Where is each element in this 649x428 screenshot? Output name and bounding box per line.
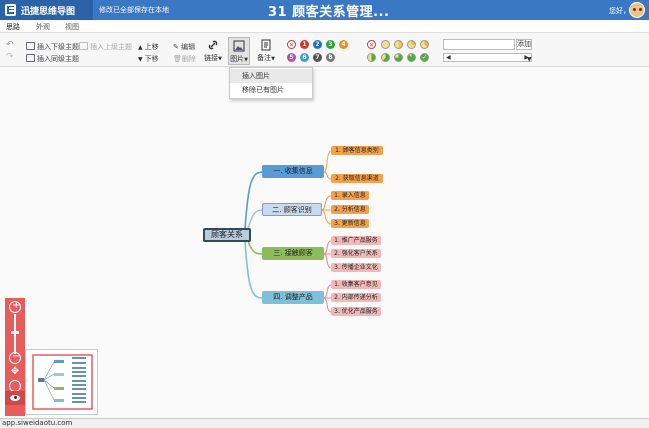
leaf-node[interactable]: 2. 内部传递分析 <box>331 293 381 302</box>
leaf-node[interactable]: 2. 获取信息渠道 <box>331 174 383 183</box>
leaf-node[interactable]: 1. 录入信息 <box>331 191 369 200</box>
leaf-node[interactable]: 1. 收集客户意见 <box>331 280 381 289</box>
status-bar-url: app.siweidaotu.com <box>0 418 649 428</box>
minimap[interactable] <box>25 349 98 415</box>
leaf-node[interactable]: 1. 推广产品服务 <box>331 236 381 245</box>
plus-icon: + <box>12 300 21 311</box>
leaf-node[interactable]: 2. 分析信息 <box>331 205 369 214</box>
leaf-node[interactable]: 3. 更新信息 <box>331 219 369 228</box>
eye-icon[interactable] <box>5 391 25 405</box>
zoom-slider-track[interactable] <box>14 314 16 354</box>
leaf-node[interactable]: 1. 顾客信息类别 <box>331 146 383 155</box>
minimap-thumbnail <box>32 354 93 410</box>
branch-node-collect[interactable]: 一. 收集信息 <box>262 165 324 178</box>
mindmap-root-node[interactable]: 顾客关系 <box>203 228 251 242</box>
move-canvas-icon[interactable]: ✥ <box>9 366 21 378</box>
branch-node-contact[interactable]: 三. 接触顾客 <box>262 247 324 260</box>
branch-node-identify[interactable]: 二. 顾客识别 <box>262 203 322 216</box>
leaf-node[interactable]: 3. 优化产品服务 <box>331 307 381 316</box>
leaf-node[interactable]: 2. 强化客户关系 <box>331 249 381 258</box>
leaf-node[interactable]: 3. 传播企业文化 <box>331 263 381 272</box>
zoom-slider-handle[interactable] <box>11 331 19 334</box>
branch-node-adjust[interactable]: 四. 调整产品 <box>262 291 324 304</box>
minus-icon: − <box>12 351 21 362</box>
